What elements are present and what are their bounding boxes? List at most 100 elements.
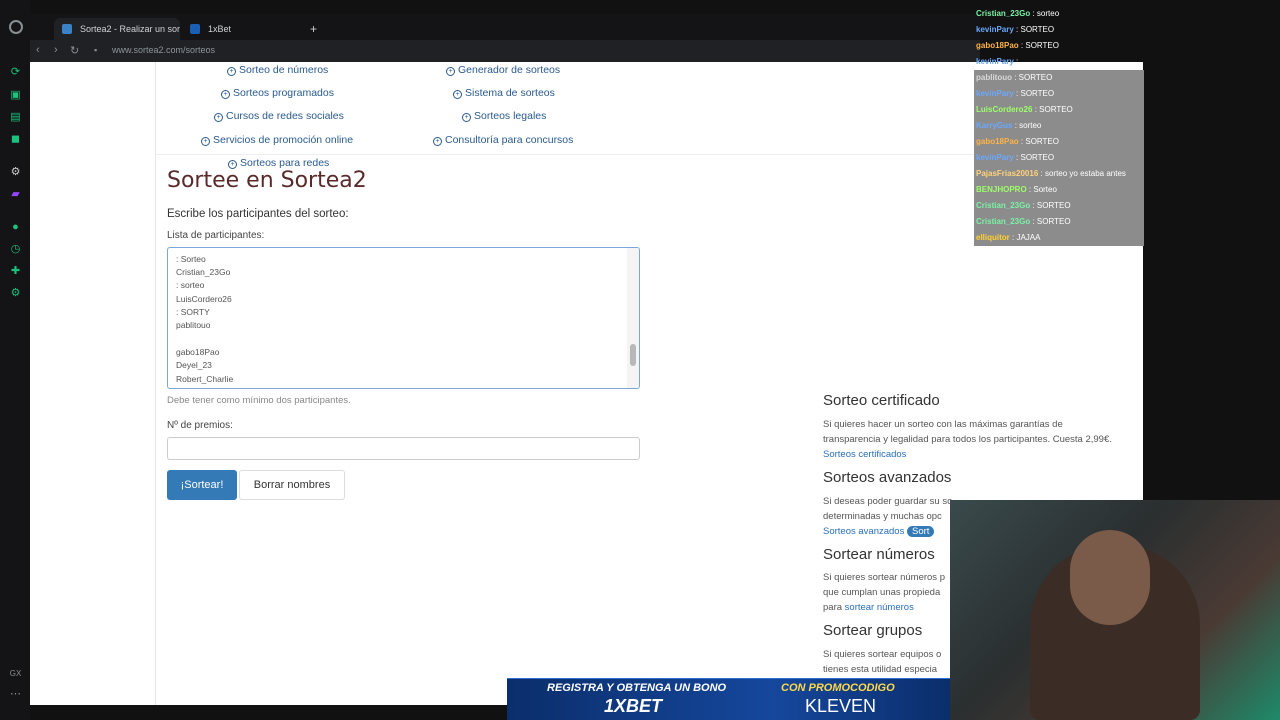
chat-message: kevinPary : SORTEO bbox=[974, 22, 1144, 38]
numbers-title: Sortear números bbox=[823, 546, 935, 563]
browser-sidebar: ⟳ ▣ ▤ ◼ ⚙ ▰ ● ◷ ✚ ⚙ GX ⋯ bbox=[0, 0, 30, 720]
chat-username: kevinPary bbox=[976, 153, 1014, 162]
plus-circle-icon: + bbox=[433, 137, 442, 146]
chat-message: kevinPary : SORTEO bbox=[974, 86, 1144, 102]
link-sorteo-numeros[interactable]: + Sorteo de números bbox=[227, 64, 328, 76]
tab-1xbet[interactable]: 1xBet bbox=[182, 18, 302, 40]
chat-message: gabo18Pao : SORTEO bbox=[974, 38, 1144, 54]
chat-message: kevinPary : bbox=[974, 54, 1144, 70]
chat-message: Cristian_23Go : sorteo bbox=[974, 6, 1144, 22]
prizes-label: Nº de premios: bbox=[167, 420, 233, 431]
notes-icon[interactable]: ▤ bbox=[9, 111, 22, 124]
chat-message: kevinPary : SORTEO bbox=[974, 150, 1144, 166]
participant-line: LuisCordero26 bbox=[176, 294, 232, 304]
advanced-pill-button[interactable]: Sort bbox=[906, 526, 935, 537]
chat-username: LuisCordero26 bbox=[976, 105, 1033, 114]
chat-username: BENJHOPRO bbox=[976, 185, 1027, 194]
plus-circle-icon: + bbox=[221, 90, 230, 99]
chat-text: : sorteo bbox=[1012, 121, 1042, 130]
link-sistema-sorteos[interactable]: + Sistema de sorteos bbox=[453, 87, 555, 99]
link-sorteos-programados[interactable]: + Sorteos programados bbox=[221, 87, 334, 99]
chat-text: : SORTEO bbox=[1030, 201, 1071, 210]
1xbet-favicon-icon bbox=[190, 24, 200, 34]
certified-link[interactable]: Sorteos certificados bbox=[823, 449, 906, 460]
chat-message: KarryGus : sorteo bbox=[974, 118, 1144, 134]
advanced-title: Sorteos avanzados bbox=[823, 469, 952, 486]
content-border bbox=[155, 62, 156, 705]
clear-names-button[interactable]: Borrar nombres bbox=[239, 470, 345, 500]
chat-text: : bbox=[1013, 57, 1019, 66]
link-consultoria[interactable]: + Consultoría para concursos bbox=[433, 134, 573, 146]
chat-text: : SORTEO bbox=[1012, 73, 1053, 82]
chat-message: gabo18Pao : SORTEO bbox=[974, 134, 1144, 150]
participants-list-label: Lista de participantes: bbox=[167, 230, 265, 241]
forward-icon[interactable]: › bbox=[54, 44, 58, 56]
certified-title: Sorteo certificado bbox=[823, 392, 940, 409]
stream-chat: Cristian_23Go : sorteo kevinPary : SORTEO… bbox=[974, 0, 1144, 246]
textarea-scrollbar[interactable] bbox=[627, 248, 639, 388]
chat-username: elliquitor bbox=[976, 233, 1010, 242]
plus-circle-icon: + bbox=[227, 67, 236, 76]
settings-wheel-icon[interactable]: ⚙ bbox=[9, 166, 22, 179]
plus-circle-icon: + bbox=[453, 90, 462, 99]
prizes-input[interactable] bbox=[167, 437, 640, 460]
chat-username: gabo18Pao bbox=[976, 137, 1019, 146]
tab-sortea2[interactable]: Sortea2 - Realizar un sort bbox=[54, 18, 180, 40]
gx-icon[interactable]: GX bbox=[9, 667, 22, 680]
chat-text: : SORTEO bbox=[1013, 153, 1055, 162]
chat-text: : sorteo bbox=[1030, 9, 1060, 18]
plus-circle-icon: + bbox=[462, 113, 471, 122]
participant-line: : SORTY bbox=[176, 307, 210, 317]
puzzle-icon[interactable]: ✚ bbox=[9, 265, 22, 278]
sortea2-favicon-icon bbox=[62, 24, 72, 34]
participant-line: : sorteo bbox=[176, 280, 205, 290]
chat-message: BENJHOPRO : Sorteo bbox=[974, 182, 1144, 198]
clock-icon[interactable]: ◷ bbox=[9, 243, 22, 256]
chat-text: : SORTEO bbox=[1013, 89, 1055, 98]
link-generador-sorteos[interactable]: + Generador de sorteos bbox=[446, 64, 560, 76]
new-tab-button[interactable]: + bbox=[306, 18, 326, 40]
numbers-link[interactable]: sortear números bbox=[845, 602, 914, 613]
draw-button[interactable]: ¡Sortear! bbox=[167, 470, 237, 500]
twitch-icon[interactable]: ▰ bbox=[9, 188, 22, 201]
chat-text: : SORTEO bbox=[1030, 217, 1071, 226]
chat-username: kevinPary bbox=[976, 89, 1014, 98]
chat-text: : SORTEO bbox=[1018, 41, 1059, 50]
history-icon[interactable]: ⟳ bbox=[9, 66, 22, 79]
page-title: Sortee en Sortea2 bbox=[167, 168, 367, 193]
advanced-link[interactable]: Sorteos avanzados bbox=[823, 526, 904, 537]
chat-message: Cristian_23Go : SORTEO bbox=[974, 198, 1144, 214]
gear-icon[interactable]: ⚙ bbox=[9, 287, 22, 300]
lock-icon: ▪ bbox=[94, 45, 98, 55]
tab-label: 1xBet bbox=[208, 24, 232, 34]
link-cursos-redes[interactable]: + Cursos de redes sociales bbox=[214, 110, 344, 122]
link-servicios-promocion[interactable]: + Servicios de promoción online bbox=[201, 134, 353, 146]
messenger-icon[interactable]: ◼ bbox=[9, 133, 22, 146]
chat-message: LuisCordero26 : SORTEO bbox=[974, 102, 1144, 118]
more-icon[interactable]: ⋯ bbox=[9, 688, 22, 701]
groups-title: Sortear grupos bbox=[823, 622, 923, 639]
chat-username: Cristian_23Go bbox=[976, 9, 1031, 18]
banner-code: KLEVEN bbox=[805, 696, 877, 716]
certified-text: Si quieres hacer un sorteo con las máxim… bbox=[823, 419, 1112, 460]
chat-text: : Sorteo bbox=[1026, 185, 1057, 194]
spotify-icon[interactable]: ● bbox=[9, 221, 22, 234]
chat-username: pablitouo bbox=[976, 73, 1012, 82]
banner-line-left: REGISTRA Y OBTENGA UN BONO bbox=[547, 682, 727, 694]
participant-line: Robert_Charlie bbox=[176, 374, 234, 384]
url-field[interactable]: www.sortea2.com/sorteos bbox=[112, 45, 215, 55]
link-sorteos-legales[interactable]: + Sorteos legales bbox=[462, 110, 546, 122]
browser-logo-icon[interactable] bbox=[9, 20, 23, 34]
chat-message: elliquitor : JAJAA bbox=[974, 230, 1144, 246]
participant-line: Cristian_23Go bbox=[176, 267, 231, 277]
participant-line: : Sorteo bbox=[176, 254, 206, 264]
scrollbar-thumb[interactable] bbox=[630, 344, 636, 366]
back-icon[interactable]: ‹ bbox=[36, 44, 40, 56]
participant-line: gabo18Pao bbox=[176, 347, 220, 357]
min-participants-note: Debe tener como mínimo dos participantes… bbox=[167, 395, 351, 406]
participants-textarea[interactable]: : Sorteo Cristian_23Go : sorteo LuisCord… bbox=[167, 247, 640, 389]
chat-username: kevinPary bbox=[976, 57, 1014, 66]
bag-icon[interactable]: ▣ bbox=[9, 89, 22, 102]
plus-circle-icon: + bbox=[201, 137, 210, 146]
reload-icon[interactable]: ↻ bbox=[70, 44, 79, 57]
